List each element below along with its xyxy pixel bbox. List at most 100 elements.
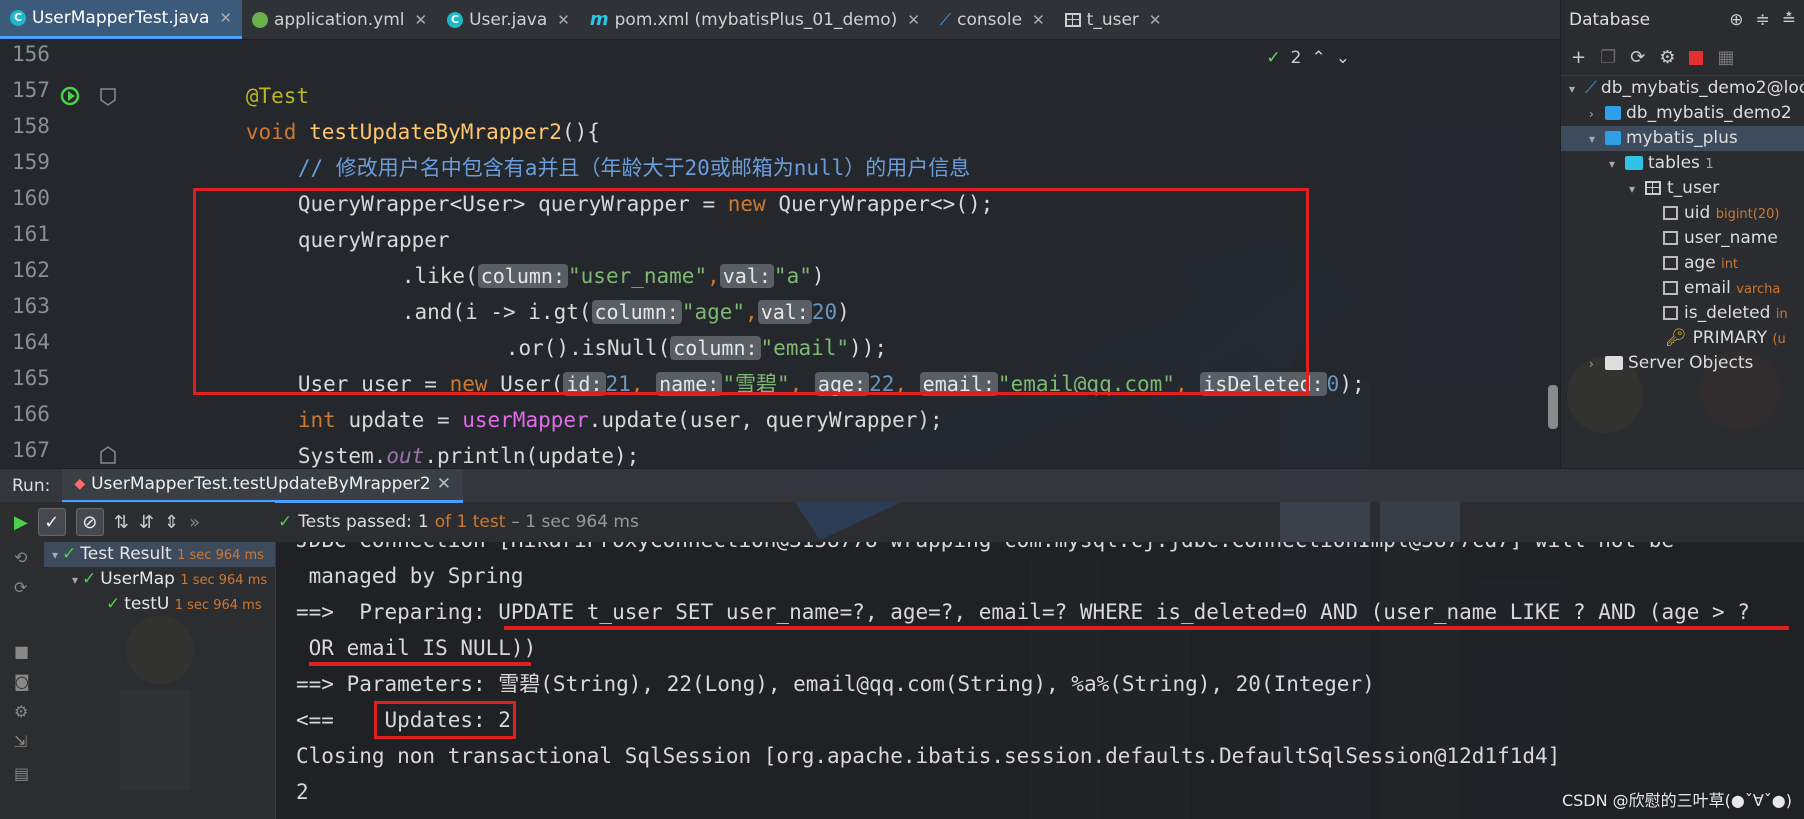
expand-all-icon[interactable]: ⇕ bbox=[164, 512, 179, 533]
highlight-box bbox=[193, 188, 1309, 395]
sort-alpha-icon[interactable]: ⇅ bbox=[114, 512, 129, 533]
sync-icon[interactable]: ⚙ bbox=[1659, 47, 1675, 68]
close-icon[interactable]: ✕ bbox=[437, 474, 451, 494]
test-result-tree: ▾ ✓ Test Result 1 sec 964 ms ▾ ✓ UserMap 1 s… bbox=[44, 542, 275, 819]
column-icon bbox=[1663, 281, 1678, 295]
connection-icon: ⟋ bbox=[1585, 78, 1597, 98]
editor-scrollbar[interactable] bbox=[1548, 385, 1558, 429]
tree-key-primary[interactable]: 🔑︎ PRIMARY (u bbox=[1665, 326, 1786, 351]
import-icon[interactable]: ⇲ bbox=[14, 732, 27, 751]
tree-column-uid[interactable]: uid bigint(20) bbox=[1663, 201, 1779, 226]
refresh-icon[interactable]: ⟳ bbox=[1630, 47, 1645, 68]
collapse-all-icon[interactable]: ≑ bbox=[1756, 10, 1770, 30]
more-icon[interactable]: » bbox=[189, 512, 200, 533]
rerun-failed-icon[interactable]: ⟲ bbox=[14, 548, 27, 567]
watermark: CSDN @欣慰的三叶草(●ˇ∀ˇ●) bbox=[1561, 791, 1792, 810]
tab-t-user[interactable]: t_user ✕ bbox=[1055, 0, 1172, 39]
console-line: OR email IS NULL)) bbox=[296, 636, 537, 660]
table-view-icon[interactable]: ▦ bbox=[1717, 47, 1734, 68]
toggle-autotest-icon[interactable]: ⟳ bbox=[14, 578, 27, 597]
console-output[interactable]: JDBC Connection [HikariProxyConnection@3… bbox=[275, 542, 1804, 819]
sql-underline bbox=[309, 662, 531, 666]
settings-icon[interactable]: ⚙ bbox=[14, 702, 28, 721]
run-tab[interactable]: ◆ UserMapperTest.testUpdateByMrapper2 ✕ bbox=[62, 468, 463, 503]
table-icon bbox=[1645, 181, 1661, 195]
tab-console[interactable]: ⟋ console ✕ bbox=[930, 0, 1055, 39]
tree-column-age[interactable]: age int bbox=[1663, 251, 1738, 276]
run-tab-label: UserMapperTest.testUpdateByMrapper2 bbox=[91, 474, 431, 494]
tree-schema-mybatis-plus[interactable]: ▾ mybatis_plus bbox=[1561, 126, 1804, 151]
tree-schema-demo2[interactable]: › db_mybatis_demo2 bbox=[1589, 101, 1792, 126]
tree-column-user-name[interactable]: user_name bbox=[1663, 226, 1778, 251]
code-line-158: // 修改用户名中包含有a并且（年龄大于20或邮箱为null）的用户信息 bbox=[297, 156, 971, 180]
run-toolbar: ▶ ✓ ⊘ ⇅ ⇵ ⇕ » bbox=[0, 502, 275, 542]
close-icon[interactable]: ✕ bbox=[907, 11, 920, 29]
table-icon bbox=[1064, 12, 1081, 27]
tab-pom-xml[interactable]: m pom.xml (mybatisPlus_01_demo) ✕ bbox=[580, 0, 930, 39]
folder-icon bbox=[1625, 156, 1643, 170]
tab-user-java[interactable]: C User.java ✕ bbox=[437, 0, 580, 39]
console-line: managed by Spring bbox=[296, 564, 524, 588]
column-icon bbox=[1663, 256, 1678, 270]
console-line: 2 bbox=[296, 780, 309, 804]
ban-icon: ⊘ bbox=[82, 511, 98, 533]
test-result-root[interactable]: ▾ ✓ Test Result 1 sec 964 ms bbox=[44, 542, 275, 567]
test-config-icon: ◆ bbox=[74, 476, 86, 492]
class-icon: C bbox=[447, 11, 464, 28]
check-icon: ✓ bbox=[44, 511, 60, 533]
stop-icon[interactable]: ■ bbox=[14, 642, 29, 661]
show-ignored-toggle[interactable]: ⊘ bbox=[75, 508, 104, 536]
database-toolbar: + ❐ ⟳ ⚙ ▦ bbox=[1561, 40, 1804, 76]
sort-duration-icon[interactable]: ⇵ bbox=[139, 512, 154, 533]
run-label: Run: bbox=[12, 475, 51, 496]
code-line-157: void testUpdateByMrapper2(){ bbox=[245, 120, 600, 144]
run-panel-header: Run: ◆ UserMapperTest.testUpdateByMrappe… bbox=[0, 468, 1804, 503]
yaml-icon bbox=[251, 11, 268, 28]
test-status: ✓ Tests passed: 1 of 1 test – 1 sec 964 … bbox=[278, 512, 639, 532]
test-method-row[interactable]: ✓ testU 1 sec 964 ms bbox=[106, 592, 262, 617]
code-editor[interactable]: 156 157 158 159 160 161 162 163 164 165 … bbox=[0, 40, 1560, 468]
console-line: JDBC Connection [HikariProxyConnection@3… bbox=[296, 542, 1674, 558]
show-passed-toggle[interactable]: ✓ bbox=[37, 508, 66, 536]
code-line-166: System.out.println(update); bbox=[297, 444, 640, 468]
class-icon: C bbox=[10, 10, 26, 26]
tab-usermappertest[interactable]: C UserMapperTest.java ✕ bbox=[0, 0, 242, 39]
tree-column-email[interactable]: email varcha bbox=[1663, 276, 1780, 301]
tab-label: application.yml bbox=[273, 9, 405, 30]
maven-icon: m bbox=[589, 9, 609, 30]
close-icon[interactable]: ✕ bbox=[219, 9, 232, 27]
column-key-icon bbox=[1663, 206, 1678, 220]
stop-icon[interactable] bbox=[1689, 50, 1704, 65]
updates-highlight-box bbox=[374, 701, 516, 739]
database-tree: ▾ ⟋ db_mybatis_demo2@loca › db_mybatis_demo… bbox=[1561, 76, 1804, 468]
tab-label: pom.xml (mybatisPlus_01_demo) bbox=[614, 9, 898, 30]
key-icon: 🔑︎ bbox=[1665, 328, 1687, 348]
schema-icon bbox=[1605, 131, 1621, 145]
close-icon[interactable]: ✕ bbox=[1149, 11, 1162, 29]
close-icon[interactable]: ✕ bbox=[1032, 11, 1045, 29]
test-class-row[interactable]: ▾ ✓ UserMap 1 sec 964 ms bbox=[72, 567, 267, 592]
check-icon: ✓ bbox=[278, 512, 293, 532]
column-icon bbox=[1663, 306, 1678, 320]
copy-icon[interactable]: ❐ bbox=[1600, 47, 1616, 68]
editor-tab-bar: C UserMapperTest.java ✕ application.yml … bbox=[0, 0, 1560, 40]
run-side-strip: ⟲ ⟳ ■ ◙ ⚙ ⇲ ▤ bbox=[0, 542, 44, 819]
expand-icon[interactable]: ≛ bbox=[1782, 10, 1796, 30]
panel-title: Database bbox=[1569, 10, 1651, 30]
add-icon[interactable]: + bbox=[1571, 47, 1586, 68]
check-icon: ✓ bbox=[62, 544, 77, 564]
tab-application-yml[interactable]: application.yml ✕ bbox=[242, 0, 437, 39]
folder-icon bbox=[1605, 356, 1623, 370]
layout-icon[interactable]: ▤ bbox=[14, 764, 29, 783]
close-icon[interactable]: ✕ bbox=[557, 11, 570, 29]
tree-tables-folder[interactable]: ▾ tables 1 bbox=[1609, 151, 1714, 176]
camera-icon[interactable]: ◙ bbox=[14, 672, 30, 691]
tab-label: UserMapperTest.java bbox=[32, 8, 210, 28]
tree-table-t-user[interactable]: ▾ t_user bbox=[1629, 176, 1719, 201]
tree-connection[interactable]: ▾ ⟋ db_mybatis_demo2@loca bbox=[1569, 76, 1804, 101]
tree-column-is-deleted[interactable]: is_deleted in bbox=[1663, 301, 1788, 326]
crosshair-icon[interactable]: ⊕ bbox=[1729, 10, 1743, 30]
rerun-icon[interactable]: ▶ bbox=[14, 512, 28, 533]
tree-server-objects[interactable]: › Server Objects bbox=[1589, 351, 1753, 376]
close-icon[interactable]: ✕ bbox=[414, 11, 427, 29]
